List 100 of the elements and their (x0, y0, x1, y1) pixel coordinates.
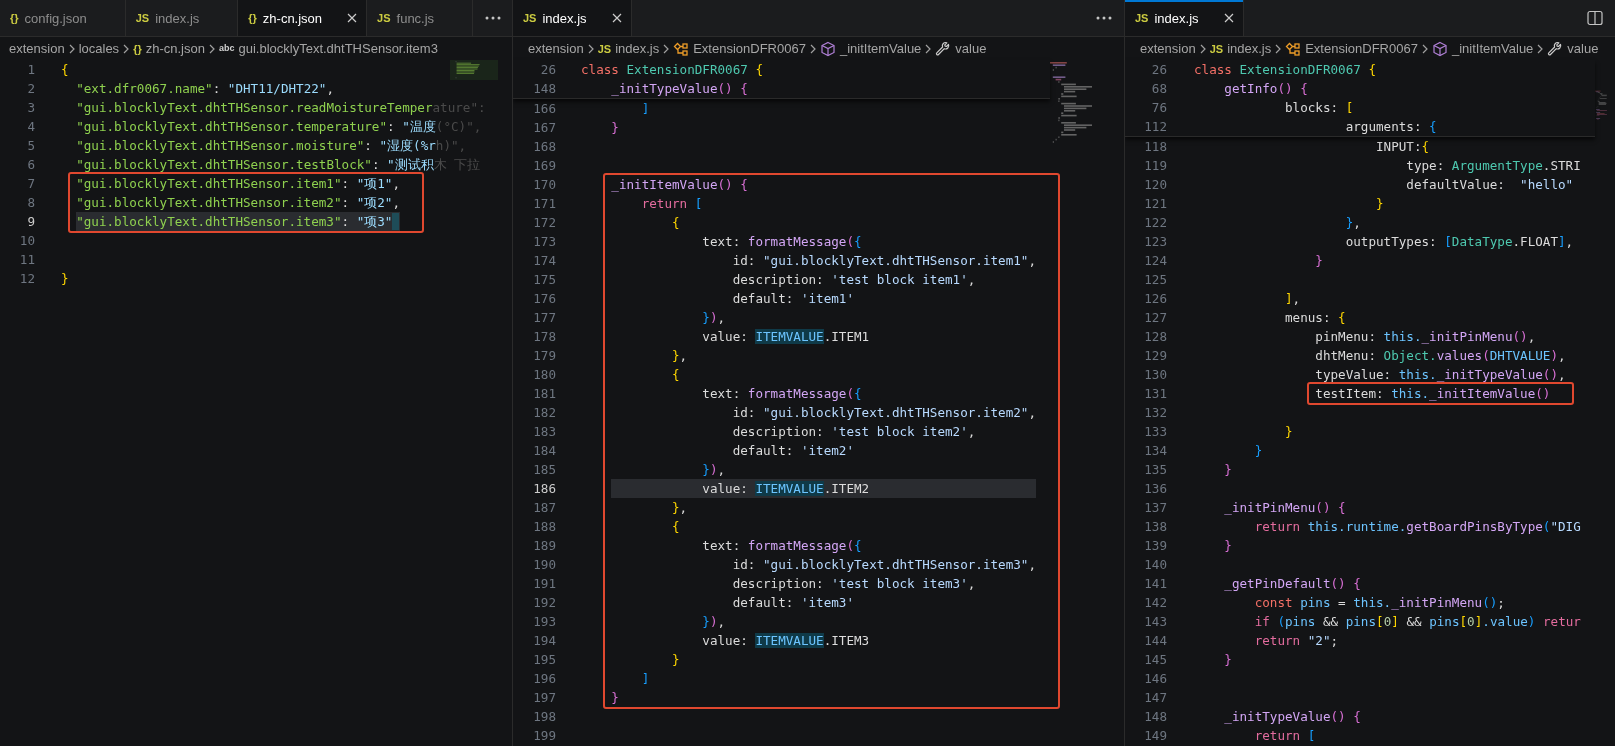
breadcrumb-item[interactable]: _initItemValue (819, 40, 922, 57)
code-line: } (611, 689, 619, 707)
editor-tab[interactable]: {} config.json (0, 0, 126, 36)
line-number: 171 (532, 195, 557, 213)
code-line: { (672, 366, 680, 384)
breadcrumb-item[interactable]: ExtensionDFR0067 (1285, 41, 1418, 56)
line-number: 135 (1143, 461, 1168, 479)
code-line: default: 'item2' (732, 442, 854, 460)
line-number: 177 (532, 309, 557, 327)
more-actions-icon[interactable] (485, 16, 502, 20)
line-number: 139 (1143, 537, 1168, 555)
line-number: 6 (26, 156, 36, 174)
line-number: 12 (18, 270, 36, 288)
code-line: } (1224, 537, 1232, 555)
code-line: default: 'item3' (732, 594, 854, 612)
code-line: { (672, 518, 680, 536)
line-number: 199 (532, 727, 557, 745)
line-number: 195 (532, 651, 557, 669)
code-line: }, (672, 347, 688, 365)
code-line: id: "gui.blocklyText.dhtTHSensor.item2", (732, 404, 1036, 422)
code-line: pinMenu: this._initPinMenu(), (1315, 328, 1536, 346)
line-number: 197 (532, 689, 557, 707)
line-number: 8 (26, 194, 36, 212)
wrench-icon (935, 40, 952, 57)
line-number: 147 (1143, 689, 1168, 707)
code-line: description: 'test block item3', (732, 575, 976, 593)
editor-tab[interactable]: {} zh-cn.json (238, 0, 368, 36)
line-number: 191 (532, 575, 557, 593)
line-number: 183 (532, 423, 557, 441)
line-number: 5 (26, 137, 36, 155)
line-number: 2 (26, 80, 36, 98)
code-line: }, (672, 499, 688, 517)
breadcrumb-item[interactable]: extension (1140, 41, 1196, 56)
breadcrumb-item[interactable]: value (1547, 40, 1599, 57)
minimap[interactable] (450, 60, 498, 80)
file-type-icon: {} (248, 12, 257, 24)
line-number: 129 (1143, 347, 1168, 365)
breadcrumb-item[interactable]: abc gui.blocklyText.dhtTHSensor.item3 (218, 41, 438, 56)
code-line: _initItemValue() { (611, 176, 748, 194)
breadcrumb-item[interactable]: locales (78, 41, 120, 56)
line-number: 186 (532, 480, 557, 498)
code-line: }), (702, 309, 726, 327)
wrench-icon (1547, 40, 1564, 57)
line-number: 125 (1143, 271, 1168, 289)
line-number: 1 (26, 61, 36, 79)
code-line: _initPinMenu() { (1224, 499, 1346, 517)
line-number: 144 (1143, 632, 1168, 650)
line-number: 10 (18, 232, 36, 250)
line-number: 181 (532, 385, 557, 403)
code-line: dhtMenu: Object.values(DHTVALUE), (1315, 347, 1566, 365)
breadcrumb-item[interactable]: _initItemValue (1431, 40, 1534, 57)
line-number: 170 (532, 176, 557, 194)
line-number: 142 (1143, 594, 1168, 612)
file-type-icon: JS (135, 12, 150, 24)
code-line: value: ITEMVALUE.ITEM2 (702, 480, 870, 498)
line-number: 131 (1143, 385, 1168, 403)
code-line: } (672, 651, 680, 669)
code-line: return this.runtime.getBoardPinsByType("DIG (1254, 518, 1581, 536)
line-number: 140 (1143, 556, 1168, 574)
code-line: defaultValue: "hello" (1406, 176, 1574, 194)
code-line: ] (641, 670, 650, 688)
line-number: 127 (1143, 309, 1168, 327)
file-type-icon: {} (10, 12, 19, 24)
line-number: 187 (532, 499, 557, 517)
line-number: 9 (26, 213, 36, 231)
line-number: 118 (1143, 138, 1168, 156)
line-number: 137 (1143, 499, 1168, 517)
line-number: 166 (532, 100, 557, 118)
line-number: 196 (532, 670, 557, 688)
breadcrumb-item[interactable]: ExtensionDFR0067 (673, 41, 806, 56)
line-number: 119 (1143, 157, 1168, 175)
code-line: { (61, 61, 69, 79)
editor-tab[interactable]: JS index.js (513, 0, 632, 36)
line-number: 7 (26, 175, 36, 193)
split-editor-icon[interactable] (1587, 10, 1603, 26)
code-line: } (1254, 442, 1263, 460)
breadcrumb-item[interactable]: extension (528, 41, 584, 56)
line-number: 192 (532, 594, 557, 612)
editor-tab[interactable]: JS func.js (367, 0, 474, 36)
line-number: 167 (532, 119, 557, 137)
code-line: ] (641, 100, 650, 118)
breadcrumb-item[interactable]: JS index.js (1209, 41, 1272, 56)
code-line: return [ (641, 195, 703, 213)
line-number: 169 (532, 157, 557, 175)
editor-tab[interactable]: JS index.js (1125, 0, 1244, 36)
breadcrumb-item[interactable]: {} zh-cn.json (133, 41, 205, 56)
cube-icon (819, 40, 836, 57)
string-icon: abc (218, 43, 235, 53)
breadcrumb-item[interactable]: JS index.js (597, 41, 660, 56)
line-number: 121 (1143, 195, 1168, 213)
code-line: "gui.blocklyText.dhtTHSensor.moisture": "湿度(%rh)", (76, 137, 467, 155)
line-number: 128 (1143, 328, 1168, 346)
file-type-icon: JS (597, 42, 612, 55)
breadcrumb-item[interactable]: extension (9, 41, 65, 56)
more-actions-icon[interactable] (1096, 16, 1112, 20)
line-number: 168 (532, 138, 557, 156)
code-line: text: formatMessage({ (702, 233, 862, 251)
code-line: type: ArgumentType.STRI (1406, 157, 1581, 175)
breadcrumb-item[interactable]: value (935, 40, 987, 57)
line-number: 68 (1150, 80, 1168, 98)
